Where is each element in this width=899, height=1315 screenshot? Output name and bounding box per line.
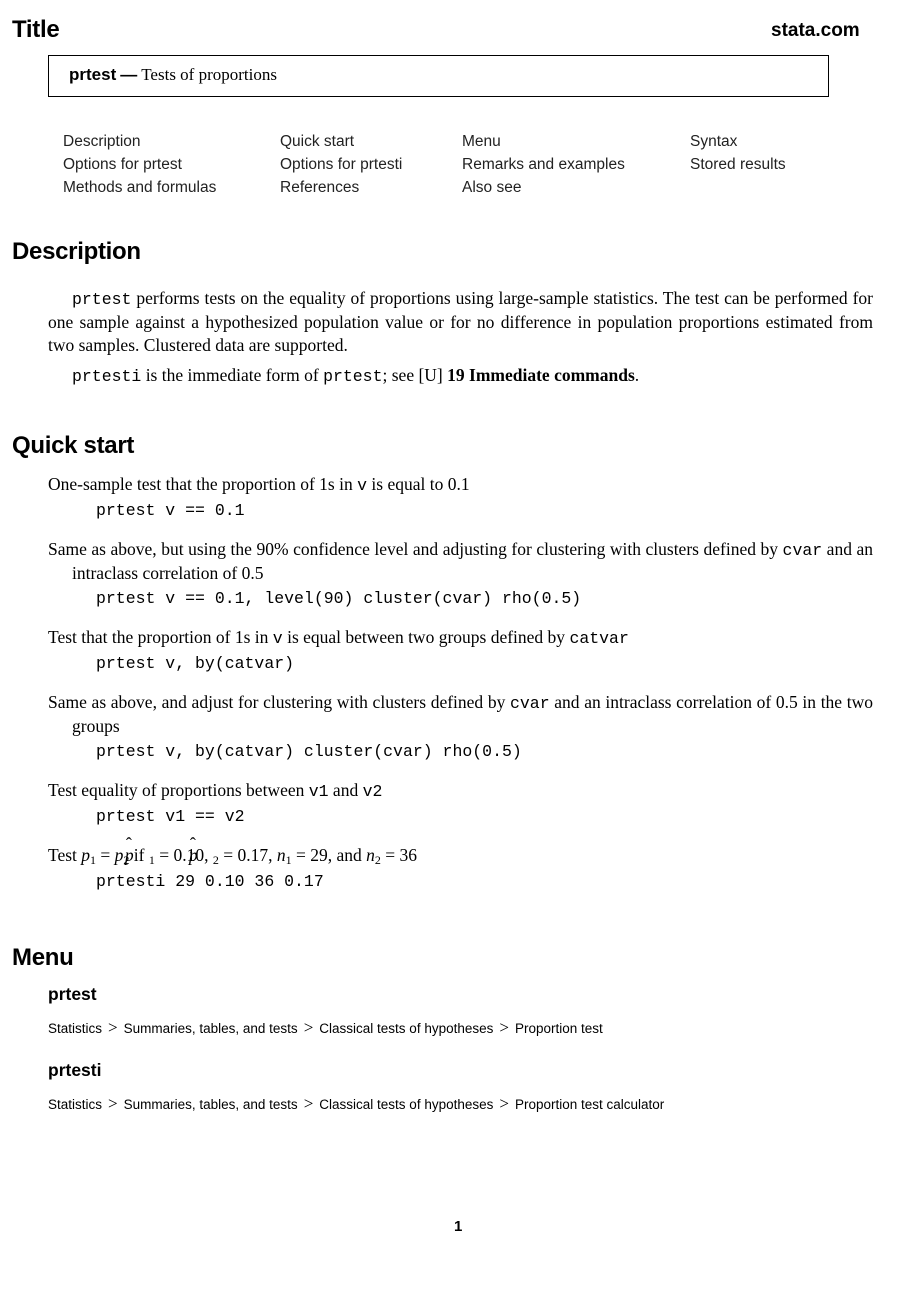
desc-text: is equal to 0.1	[367, 474, 470, 494]
description-text-2b: ; see [U]	[382, 365, 448, 385]
toc-link-remarks-examples[interactable]: Remarks and examples	[462, 153, 625, 176]
math-p1: p1	[81, 845, 96, 867]
brand-link[interactable]: stata.com	[771, 20, 860, 42]
title-description: Tests of proportions	[141, 65, 277, 84]
menu-heading: Menu	[12, 944, 74, 971]
toc-link-options-prtest[interactable]: Options for prtest	[63, 153, 216, 176]
desc-text: Same as above, but using the 90% confide…	[48, 539, 783, 559]
quick-start-description: Test that the proportion of 1s in v is e…	[48, 626, 873, 650]
toc-link-also-see[interactable]: Also see	[462, 176, 625, 199]
toc-link-stored-results[interactable]: Stored results	[690, 153, 786, 176]
chevron-right-icon: >	[499, 1018, 509, 1037]
math-equals: =	[218, 845, 238, 865]
desc-text: Test that the proportion of 1s in	[48, 627, 273, 647]
desc-text: is equal between two groups defined by	[282, 627, 570, 647]
var-name: cvar	[782, 541, 823, 560]
var-name: cvar	[510, 694, 550, 713]
math-equals: =	[291, 845, 311, 865]
quick-start-description: Same as above, and adjust for clustering…	[48, 691, 873, 738]
comma: ,	[204, 845, 213, 865]
menu-path-prtest: Statistics > Summaries, tables, and tests >…	[48, 1018, 603, 1038]
manual-reference-link[interactable]: 19 Immediate commands	[447, 365, 635, 385]
title-dash: —	[120, 65, 138, 84]
toc-column-2: Quick start Options for prtesti Referenc…	[280, 130, 402, 199]
quick-start-description: Same as above, but using the 90% confide…	[48, 538, 873, 585]
quick-start-description: One-sample test that the proportion of 1…	[48, 473, 873, 497]
var-name: v2	[362, 782, 383, 801]
toc-column-1: Description Options for prtest Methods a…	[63, 130, 216, 199]
menu-path-item[interactable]: Proportion test calculator	[515, 1097, 664, 1112]
menu-path-item[interactable]: Proportion test	[515, 1021, 603, 1036]
menu-path-prtesti: Statistics > Summaries, tables, and tests >…	[48, 1094, 664, 1114]
toc-link-references[interactable]: References	[280, 176, 402, 199]
math-n2: n2	[366, 845, 381, 867]
chevron-right-icon: >	[303, 1094, 314, 1113]
var-name: v	[357, 476, 368, 495]
quick-start-command: prtest v, by(catvar)	[96, 654, 295, 673]
desc-text: and	[328, 780, 363, 800]
quick-start-description-math: Test p1 = p2 if p1 = 0.10, p2 = 0.17, n1…	[48, 844, 873, 872]
math-value: 0.17	[237, 845, 269, 865]
description-paragraph-2: prtesti is the immediate form of prtest;…	[48, 364, 873, 388]
menu-path-item[interactable]: Summaries, tables, and tests	[124, 1021, 298, 1036]
math-equals: =	[96, 845, 115, 865]
math-value: 29	[310, 845, 328, 865]
title-line: prtest — Tests of proportions	[69, 65, 277, 85]
chevron-right-icon: >	[499, 1094, 509, 1113]
desc-text: One-sample test that the proportion of 1…	[48, 474, 358, 494]
menu-subheading-prtesti: prtesti	[48, 1060, 102, 1080]
description-text-2a: is the immediate form of	[141, 365, 324, 385]
title-command: prtest	[69, 65, 117, 84]
quick-start-command: prtesti 29 0.10 36 0.17	[96, 872, 324, 891]
desc-text: Test equality of proportions between	[48, 780, 309, 800]
menu-path-item[interactable]: Classical tests of hypotheses	[319, 1097, 493, 1112]
math-equals: =	[380, 845, 400, 865]
math-equals: =	[154, 845, 174, 865]
toc-column-3: Menu Remarks and examples Also see	[462, 130, 625, 199]
quick-start-heading: Quick start	[12, 432, 135, 459]
quick-start-command: prtest v == 0.1, level(90) cluster(cvar)…	[96, 589, 582, 608]
toc-link-description[interactable]: Description	[63, 130, 216, 153]
description-text-1: performs tests on the equality of propor…	[48, 288, 873, 355]
math-n1: n1	[276, 845, 292, 867]
menu-subheading-prtest: prtest	[48, 984, 97, 1004]
description-heading: Description	[12, 238, 141, 265]
toc-link-syntax[interactable]: Syntax	[690, 130, 786, 153]
toc-link-menu[interactable]: Menu	[462, 130, 625, 153]
menu-path-item[interactable]: Classical tests of hypotheses	[319, 1021, 493, 1036]
toc-link-options-prtesti[interactable]: Options for prtesti	[280, 153, 402, 176]
code-prtest: prtest	[323, 367, 383, 386]
var-name: catvar	[569, 629, 629, 648]
var-name: v	[272, 629, 283, 648]
title-box: prtest — Tests of proportions	[48, 55, 829, 97]
var-name: v1	[308, 782, 329, 801]
code-prtest: prtest	[72, 290, 132, 309]
chevron-right-icon: >	[303, 1018, 314, 1037]
quick-start-description: Test equality of proportions between v1 …	[48, 779, 873, 803]
section-title: Title	[12, 16, 60, 43]
math-value: 36	[399, 845, 418, 865]
chevron-right-icon: >	[108, 1018, 118, 1037]
menu-path-item[interactable]: Statistics	[48, 1097, 102, 1112]
quick-start-command: prtest v == 0.1	[96, 501, 245, 520]
quick-start-command: prtest v1 == v2	[96, 807, 245, 826]
description-text-2c: .	[634, 365, 640, 385]
desc-text: Same as above, and adjust for clustering…	[48, 692, 510, 712]
menu-path-item[interactable]: Summaries, tables, and tests	[124, 1097, 298, 1112]
description-paragraph-1: prtest performs tests on the equality of…	[48, 287, 873, 357]
chevron-right-icon: >	[108, 1094, 118, 1113]
comma: ,	[268, 845, 277, 865]
toc-link-methods-formulas[interactable]: Methods and formulas	[63, 176, 216, 199]
menu-path-item[interactable]: Statistics	[48, 1021, 102, 1036]
desc-text: Test	[48, 845, 82, 865]
toc-column-4: Syntax Stored results	[690, 130, 786, 176]
page-number: 1	[454, 1218, 463, 1235]
toc-link-quick-start[interactable]: Quick start	[280, 130, 402, 153]
quick-start-command: prtest v, by(catvar) cluster(cvar) rho(0…	[96, 742, 522, 761]
code-prtesti: prtesti	[72, 367, 142, 386]
desc-text: , and	[327, 845, 367, 865]
math-symbol: p	[81, 845, 91, 865]
